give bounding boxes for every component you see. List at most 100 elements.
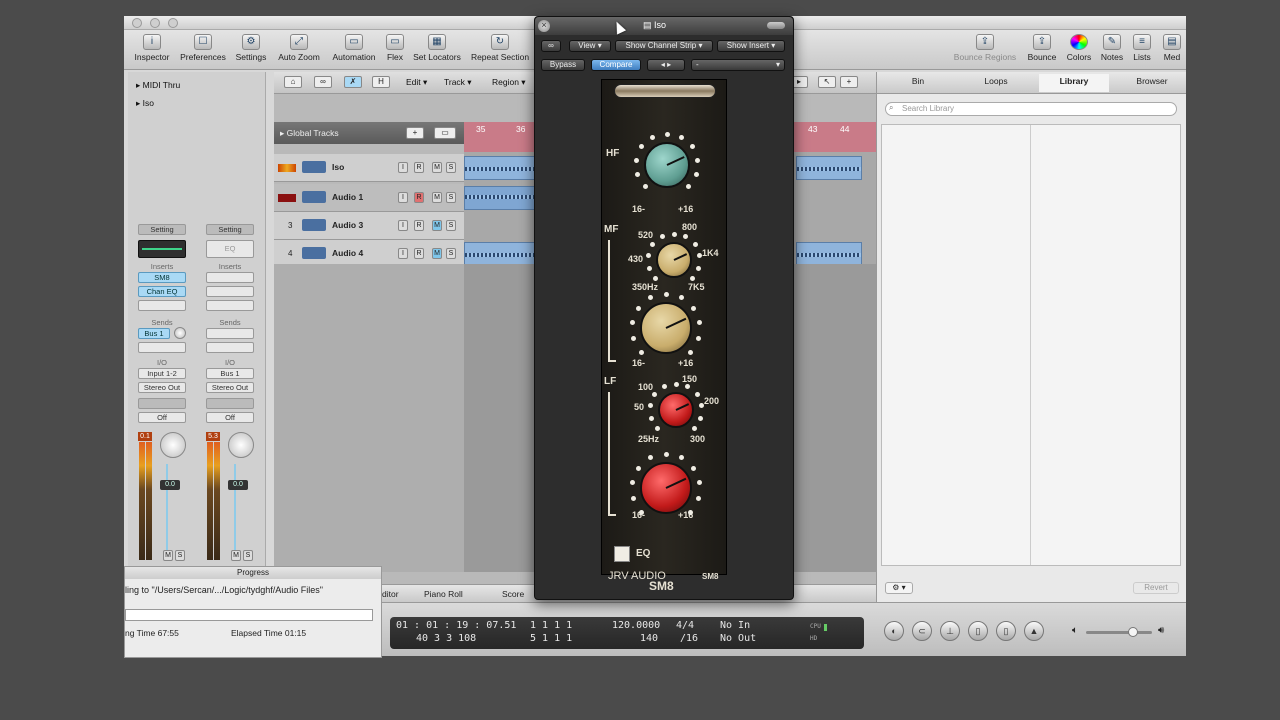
send-slot-empty[interactable] xyxy=(206,328,254,339)
mute-button[interactable]: M xyxy=(163,550,173,561)
mute-button[interactable]: M xyxy=(231,550,241,561)
bounce-regions-button[interactable]: ⇪ Bounce Regions xyxy=(952,34,1018,62)
insert-slot-empty[interactable] xyxy=(206,300,254,311)
zoom-window-button[interactable] xyxy=(168,18,178,28)
solo-button[interactable]: S xyxy=(446,192,456,203)
send-slot-bus-1[interactable]: Bus 1 xyxy=(138,328,170,339)
insert-slot-empty[interactable] xyxy=(206,272,254,283)
lists-button[interactable]: ≡ Lists xyxy=(1130,34,1154,62)
send-slot-empty[interactable] xyxy=(138,342,186,353)
input-monitor-button[interactable]: I xyxy=(398,192,408,203)
preferences-button[interactable]: ☐ Preferences xyxy=(178,34,228,62)
gear-icon[interactable]: ⚙ ▾ xyxy=(885,582,913,594)
set-locators-button[interactable]: ▦ Set Locators xyxy=(410,34,464,62)
cycle-icon[interactable]: ⊂ xyxy=(912,621,932,641)
group-slot[interactable] xyxy=(206,398,254,409)
eq-display[interactable]: EQ xyxy=(206,240,254,258)
record-enable-button[interactable]: R xyxy=(414,162,424,173)
output-selector[interactable]: Stereo Out xyxy=(206,382,254,393)
master-volume-slider[interactable] xyxy=(1086,631,1152,634)
eq-display[interactable] xyxy=(138,240,186,258)
preset-navigation[interactable]: ◂ ▸ xyxy=(647,59,685,71)
library-columns[interactable] xyxy=(881,124,1181,566)
pointer-tool-icon[interactable]: ↖ xyxy=(818,76,836,88)
track-menu[interactable]: Track ▾ xyxy=(444,77,472,88)
input-monitor-button[interactable]: I xyxy=(398,248,408,259)
setting-button[interactable]: Setting xyxy=(138,224,186,235)
solo-button[interactable]: S xyxy=(446,220,456,231)
collapse-button[interactable] xyxy=(767,22,785,29)
mute-button[interactable]: M xyxy=(432,192,442,203)
audio-region[interactable] xyxy=(464,186,536,210)
colors-button[interactable]: Colors xyxy=(1064,34,1094,62)
insert-slot-empty[interactable] xyxy=(206,286,254,297)
show-channel-strip-menu[interactable]: Show Channel Strip ▾ xyxy=(615,40,713,52)
tab-library[interactable]: Library xyxy=(1039,74,1109,92)
insert-slot-chan-eq[interactable]: Chan EQ xyxy=(138,286,186,297)
input-monitor-button[interactable]: I xyxy=(398,220,408,231)
minimize-window-button[interactable] xyxy=(150,18,160,28)
notes-button[interactable]: ✎ Notes xyxy=(1098,34,1126,62)
mute-button[interactable]: M xyxy=(432,162,442,173)
audio-region[interactable] xyxy=(796,242,862,266)
settings-button[interactable]: ⚙ Settings xyxy=(232,34,270,62)
compare-button[interactable]: Compare xyxy=(591,59,641,71)
solo-button[interactable]: S xyxy=(446,162,456,173)
track-list-button[interactable]: ▭ xyxy=(434,127,456,139)
transport-lcd[interactable]: 01 : 01 : 19 : 07.51 40 3 3 108 1 1 1 1 … xyxy=(390,617,864,649)
region-menu[interactable]: Region ▾ xyxy=(492,77,526,88)
record-enable-button[interactable]: R xyxy=(414,248,424,259)
input-selector[interactable]: Bus 1 xyxy=(206,368,254,379)
automation-button[interactable]: ▭ Automation xyxy=(328,34,380,62)
send-level-knob[interactable] xyxy=(174,327,186,339)
show-insert-menu[interactable]: Show Insert ▾ xyxy=(717,40,785,52)
preset-menu[interactable]: - ▾ xyxy=(691,59,785,71)
record-enable-button[interactable]: R xyxy=(414,220,424,231)
edit-menu[interactable]: Edit ▾ xyxy=(406,77,427,88)
inspector-button[interactable]: i Inspector xyxy=(130,34,174,62)
volume-fader-value[interactable]: 0.0 xyxy=(160,480,180,490)
mute-button[interactable]: M xyxy=(432,248,442,259)
track-header-audio-3[interactable]: 3 Audio 3 I R M S xyxy=(274,212,464,240)
bounce-button[interactable]: ⇪ Bounce xyxy=(1024,34,1060,62)
input-monitor-button[interactable]: I xyxy=(398,162,408,173)
auto-zoom-button[interactable]: ⤢ Auto Zoom xyxy=(274,34,324,62)
audio-region[interactable] xyxy=(464,242,536,266)
tab-editor[interactable]: ditor xyxy=(382,589,399,599)
tab-loops[interactable]: Loops xyxy=(961,76,1031,86)
hide-button[interactable]: H xyxy=(372,76,390,88)
track-header-audio-1[interactable]: Audio 1 I R M S xyxy=(274,184,464,212)
midi-thru-row[interactable]: ▸ MIDI Thru xyxy=(136,80,180,91)
revert-button[interactable]: Revert xyxy=(1133,582,1179,594)
link-button[interactable]: ∞ xyxy=(314,76,332,88)
tuner-icon[interactable]: ▯ xyxy=(968,621,988,641)
solo-icon[interactable]: ▯ xyxy=(996,621,1016,641)
media-button[interactable]: ▤ Med xyxy=(1158,34,1186,62)
bypass-button[interactable]: Bypass xyxy=(541,59,585,71)
automation-mode-selector[interactable]: Off xyxy=(206,412,254,423)
insert-slot-sm8[interactable]: SM8 xyxy=(138,272,186,283)
global-tracks-header[interactable]: ▸ Global Tracks + ▭ xyxy=(274,122,464,144)
tab-piano-roll[interactable]: Piano Roll xyxy=(424,589,463,599)
library-search-input[interactable]: Search Library xyxy=(885,102,1177,116)
insert-slot-empty[interactable] xyxy=(138,300,186,311)
mute-button[interactable]: M xyxy=(432,220,442,231)
back-button[interactable]: ⌂ xyxy=(284,76,302,88)
pan-knob[interactable] xyxy=(228,432,254,458)
go-to-start-icon[interactable]: ◐ xyxy=(884,621,904,641)
close-window-button[interactable] xyxy=(132,18,142,28)
repeat-section-button[interactable]: ↻ Repeat Section xyxy=(468,34,532,62)
output-selector[interactable]: Stereo Out xyxy=(138,382,186,393)
region-parameters-row[interactable]: ▸ Iso xyxy=(136,98,154,109)
flex-button[interactable]: ▭ Flex xyxy=(384,34,406,62)
master-volume-thumb[interactable] xyxy=(1128,627,1138,637)
send-slot-empty[interactable] xyxy=(206,342,254,353)
solo-button[interactable]: S xyxy=(243,550,253,561)
replace-icon[interactable]: ▲ xyxy=(1024,621,1044,641)
new-track-button[interactable]: + xyxy=(406,127,424,139)
input-selector[interactable]: Input 1-2 xyxy=(138,368,186,379)
audio-region[interactable] xyxy=(796,156,862,180)
link-icon[interactable]: ∞ xyxy=(541,40,561,52)
record-enable-button[interactable]: R xyxy=(414,192,424,203)
catch-button[interactable]: ✗ xyxy=(344,76,362,88)
